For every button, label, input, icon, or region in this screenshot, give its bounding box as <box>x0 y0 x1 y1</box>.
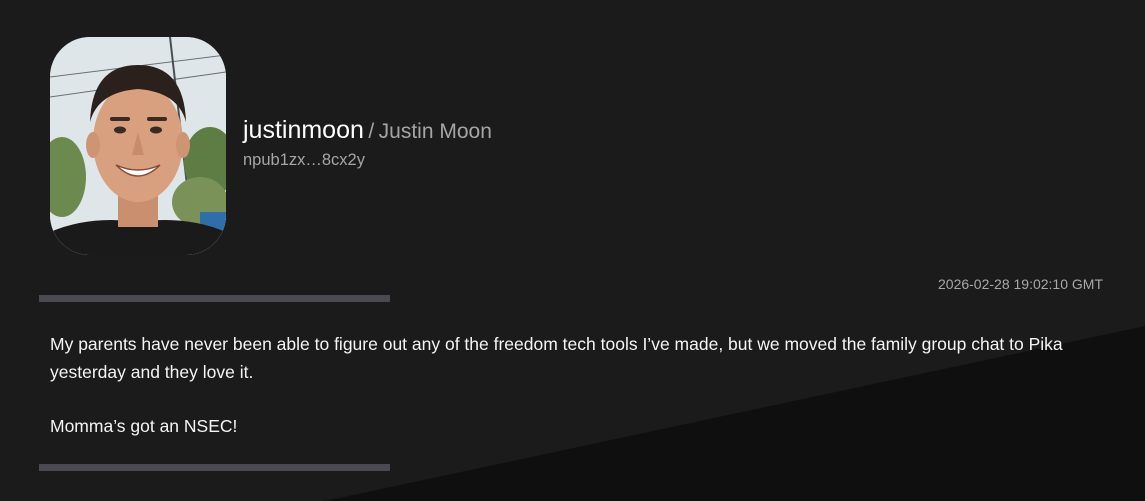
npub-identifier[interactable]: npub1zx…8cx2y <box>243 151 365 170</box>
divider-bottom <box>39 464 390 471</box>
note-content: My parents have never been able to figur… <box>50 330 1110 440</box>
divider-top <box>39 295 390 302</box>
note-paragraph: Momma’s got an NSEC! <box>50 416 238 436</box>
profile-names: justinmoon / Justin Moon <box>243 116 492 145</box>
note-timestamp: 2026-02-28 19:02:10 GMT <box>938 276 1103 292</box>
avatar-photo <box>50 37 226 255</box>
name-separator: / <box>368 120 375 143</box>
note-card: justinmoon / Justin Moon npub1zx…8cx2y 2… <box>0 0 1145 501</box>
display-name: Justin Moon <box>378 120 492 143</box>
username[interactable]: justinmoon <box>243 116 364 144</box>
avatar[interactable] <box>50 37 226 255</box>
note-paragraph: My parents have never been able to figur… <box>50 334 1063 382</box>
